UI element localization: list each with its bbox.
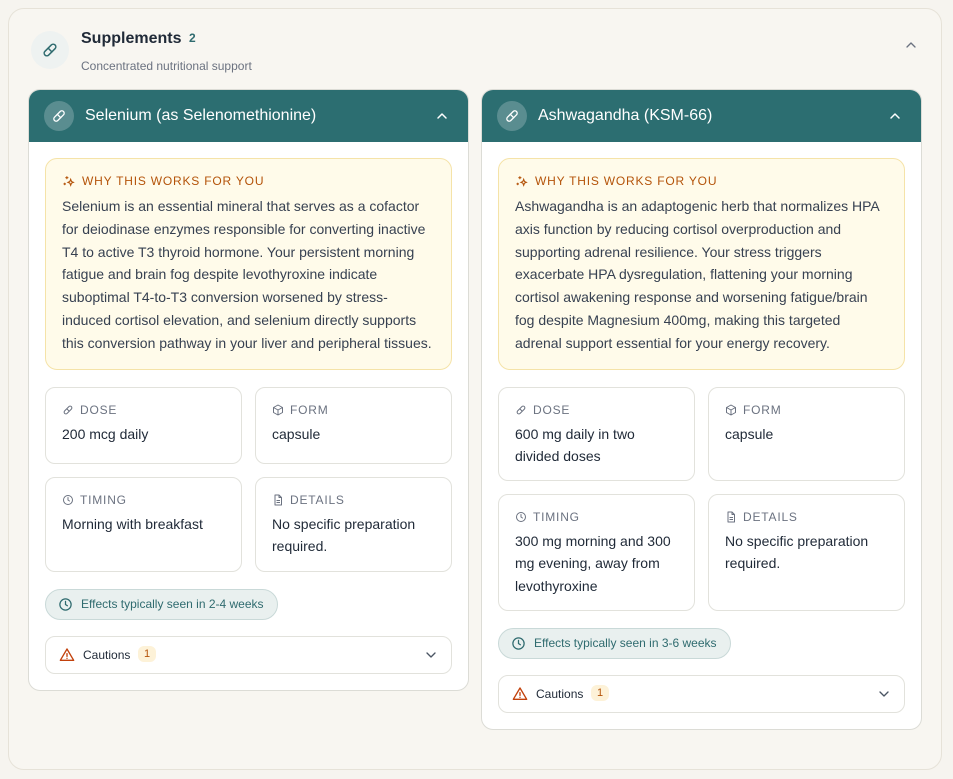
- chevron-up-icon[interactable]: [903, 37, 919, 53]
- timing-label: TIMING: [533, 509, 580, 524]
- clock-icon: [515, 511, 527, 523]
- details-label: DETAILS: [743, 509, 798, 524]
- why-label: WHY THIS WORKS FOR YOU: [82, 174, 265, 188]
- chevron-up-icon[interactable]: [887, 108, 903, 124]
- cautions-label: Cautions: [536, 686, 584, 701]
- timing-tile: TIMING 300 mg morning and 300 mg evening…: [498, 493, 695, 611]
- chevron-down-icon[interactable]: [876, 686, 892, 702]
- effects-timeline-badge: Effects typically seen in 2-4 weeks: [45, 588, 278, 620]
- supplement-card-ashwagandha: Ashwagandha (KSM-66) WHY THIS WORKS FOR …: [481, 89, 922, 730]
- why-label: WHY THIS WORKS FOR YOU: [535, 174, 718, 188]
- pill-icon: [44, 101, 74, 131]
- effects-text: Effects typically seen in 2-4 weeks: [81, 597, 264, 612]
- form-value: capsule: [725, 425, 774, 442]
- info-grid: DOSE 200 mcg daily FORM capsule TIMING M…: [45, 386, 452, 572]
- effects-text: Effects typically seen in 3-6 weeks: [534, 636, 717, 651]
- package-icon: [272, 404, 284, 416]
- timing-tile: TIMING Morning with breakfast: [45, 476, 242, 572]
- dose-tile: DOSE 600 mg daily in two divided doses: [498, 386, 695, 481]
- why-text: Ashwagandha is an adaptogenic herb that …: [515, 198, 879, 351]
- document-icon: [725, 511, 737, 523]
- details-value: No specific preparation required.: [272, 515, 416, 555]
- dose-tile: DOSE 200 mcg daily: [45, 386, 242, 464]
- details-value: No specific preparation required.: [725, 532, 869, 572]
- form-label: FORM: [743, 402, 782, 417]
- dose-label: DOSE: [80, 402, 118, 417]
- clock-icon: [511, 636, 526, 651]
- pill-icon: [497, 101, 527, 131]
- cautions-accordion[interactable]: Cautions 1: [498, 674, 905, 713]
- package-icon: [725, 404, 737, 416]
- document-icon: [272, 494, 284, 506]
- pill-icon: [62, 404, 74, 416]
- form-value: capsule: [272, 425, 321, 442]
- card-title: Selenium (as Selenomethionine): [85, 107, 317, 124]
- clock-icon: [58, 597, 73, 612]
- chevron-up-icon[interactable]: [434, 108, 450, 124]
- warning-icon: [512, 686, 528, 702]
- details-tile: DETAILS No specific preparation required…: [255, 476, 452, 572]
- cautions-label: Cautions: [83, 647, 131, 662]
- pill-icon: [31, 31, 69, 69]
- timing-value: Morning with breakfast: [62, 515, 203, 532]
- why-box: WHY THIS WORKS FOR YOU Selenium is an es…: [45, 158, 452, 370]
- dose-value: 200 mcg daily: [62, 425, 149, 442]
- chevron-down-icon[interactable]: [423, 647, 439, 663]
- form-tile: FORM capsule: [255, 386, 452, 464]
- section-subtitle: Concentrated nutritional support: [81, 59, 252, 73]
- why-box: WHY THIS WORKS FOR YOU Ashwagandha is an…: [498, 158, 905, 370]
- details-tile: DETAILS No specific preparation required…: [708, 493, 905, 611]
- clock-icon: [62, 494, 74, 506]
- info-grid: DOSE 600 mg daily in two divided doses F…: [498, 386, 905, 611]
- section-count-badge: 2: [189, 31, 196, 45]
- warning-icon: [59, 647, 75, 663]
- timing-label: TIMING: [80, 492, 127, 507]
- cautions-count-badge: 1: [591, 684, 610, 701]
- section-title: Supplements: [81, 30, 182, 47]
- dose-label: DOSE: [533, 402, 571, 417]
- cautions-accordion[interactable]: Cautions 1: [45, 635, 452, 674]
- sparkles-icon: [62, 175, 75, 188]
- why-text: Selenium is an essential mineral that se…: [62, 198, 432, 351]
- dose-value: 600 mg daily in two divided doses: [515, 425, 635, 465]
- cautions-count-badge: 1: [138, 645, 157, 662]
- timing-value: 300 mg morning and 300 mg evening, away …: [515, 532, 671, 594]
- form-label: FORM: [290, 402, 329, 417]
- effects-timeline-badge: Effects typically seen in 3-6 weeks: [498, 627, 731, 659]
- pill-icon: [515, 404, 527, 416]
- section-header[interactable]: Supplements 2 Concentrated nutritional s…: [29, 29, 921, 79]
- supplement-card-selenium: Selenium (as Selenomethionine) WHY THIS …: [28, 89, 469, 691]
- card-header[interactable]: Selenium (as Selenomethionine): [29, 90, 468, 142]
- card-title: Ashwagandha (KSM-66): [538, 107, 713, 124]
- card-header[interactable]: Ashwagandha (KSM-66): [482, 90, 921, 142]
- sparkles-icon: [515, 175, 528, 188]
- form-tile: FORM capsule: [708, 386, 905, 481]
- details-label: DETAILS: [290, 492, 345, 507]
